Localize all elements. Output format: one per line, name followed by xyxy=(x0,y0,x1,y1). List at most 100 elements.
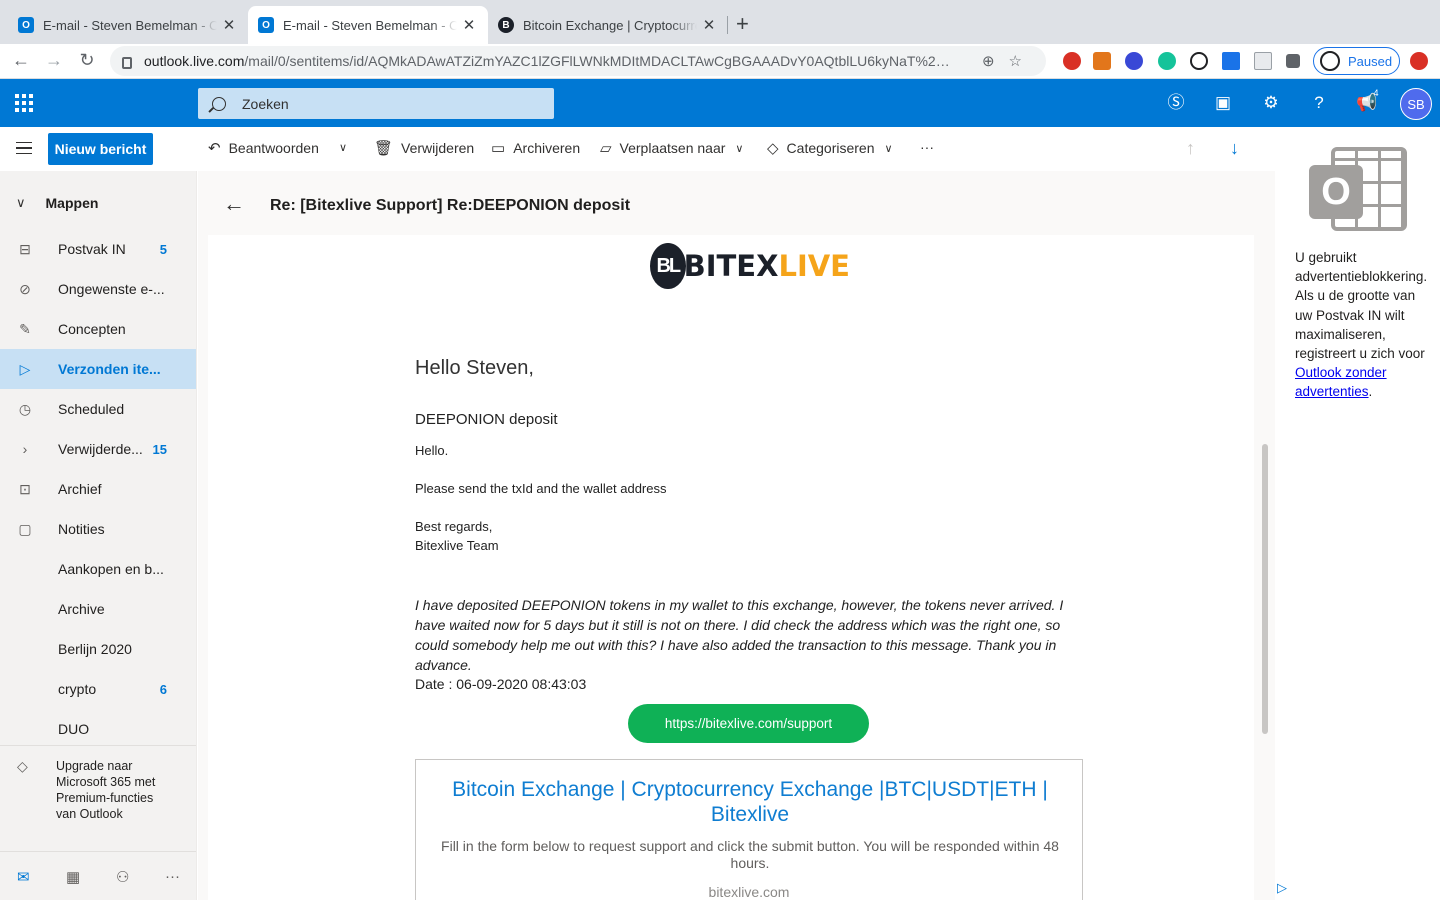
unread-count: 5 xyxy=(159,241,167,257)
extension-metamask-icon[interactable] xyxy=(1093,52,1111,70)
extension-script-icon[interactable] xyxy=(1190,52,1208,70)
folder-crypto[interactable]: crypto 6 xyxy=(0,669,196,709)
extension-translate-icon[interactable] xyxy=(1222,52,1240,70)
folder-label: Aankopen en b... xyxy=(58,561,164,577)
calendar-check-icon[interactable]: ▣ xyxy=(1212,92,1234,114)
folder-purchases[interactable]: Aankopen en b... xyxy=(0,549,196,589)
categorize-button[interactable]: ◇ Categoriseren ∨ xyxy=(767,139,893,157)
close-tab-icon[interactable]: ✕ xyxy=(701,16,717,34)
clock-icon: ◷ xyxy=(18,400,32,417)
trash-icon: 🗑 xyxy=(374,140,394,157)
profile-paused-button[interactable]: Paused xyxy=(1313,47,1400,75)
app-launcher-icon[interactable] xyxy=(15,94,33,112)
send-icon: ▷ xyxy=(19,360,31,377)
close-tab-icon[interactable]: ✕ xyxy=(461,16,477,34)
extension-grammarly-icon[interactable] xyxy=(1158,52,1176,70)
folder-drafts[interactable]: ✎ Concepten xyxy=(0,309,196,349)
hamburger-menu-icon[interactable] xyxy=(16,142,32,154)
folder-inbox[interactable]: ⊟ Postvak IN 5 xyxy=(0,229,196,269)
more-apps-icon[interactable]: ··· xyxy=(165,868,180,885)
folder-junk[interactable]: ⊘ Ongewenste e-... xyxy=(0,269,196,309)
folder-archive-2[interactable]: Archive xyxy=(0,589,196,629)
folder-deleted[interactable]: › Verwijderde... 15 xyxy=(0,429,196,469)
upgrade-promo[interactable]: ◇ Upgrade naar Microsoft 365 met Premium… xyxy=(0,745,196,841)
url-bar[interactable]: outlook.live.com/mail/0/sentitems/id/AQM… xyxy=(110,46,1046,76)
previous-message-arrow-icon[interactable]: ↑ xyxy=(1186,138,1195,159)
body-line: Please send the txId and the wallet addr… xyxy=(415,481,667,496)
lock-icon xyxy=(122,57,132,69)
extension-page-icon[interactable] xyxy=(1254,52,1272,70)
search-input[interactable]: Zoeken xyxy=(198,88,554,119)
browser-tab-1[interactable]: O E-mail - Steven Bemelman - Outlook ✕ xyxy=(8,6,248,44)
url-text: outlook.live.com/mail/0/sentitems/id/AQM… xyxy=(144,53,980,69)
help-icon[interactable]: ? xyxy=(1308,92,1330,114)
folder-berlijn-2020[interactable]: Berlijn 2020 xyxy=(0,629,196,669)
reply-button[interactable]: ↶ Beantwoorden xyxy=(208,139,319,157)
folder-notes[interactable]: ▢ Notities xyxy=(0,509,196,549)
module-switcher: ✉ ▦ ⚇ ··· xyxy=(0,851,196,900)
browser-tab-3[interactable]: B Bitcoin Exchange | Cryptocurrency Exch… xyxy=(488,6,728,44)
browser-tab-2-active[interactable]: O E-mail - Steven Bemelman - Outlook ✕ xyxy=(248,6,488,44)
close-tab-icon[interactable]: ✕ xyxy=(221,16,237,34)
mail-icon[interactable]: ✉ xyxy=(17,868,30,886)
adchoices-icon[interactable]: ▷ xyxy=(1277,880,1287,896)
archive-button[interactable]: ▭ Archiveren xyxy=(491,139,580,157)
forward-icon[interactable]: → xyxy=(43,50,65,71)
folder-duo[interactable]: DUO xyxy=(0,709,196,749)
folder-label: Scheduled xyxy=(58,401,125,417)
next-message-arrow-icon[interactable]: ↓ xyxy=(1230,138,1239,159)
chevron-right-icon[interactable]: › xyxy=(17,441,33,457)
support-link-button[interactable]: https://bitexlive.com/support xyxy=(628,704,869,743)
settings-gear-icon[interactable]: ⚙ xyxy=(1260,92,1282,114)
calendar-icon[interactable]: ▦ xyxy=(66,868,80,886)
note-icon: ▢ xyxy=(18,520,32,537)
message-body: BL BITEXLIVE Hello Steven, DEEPONION dep… xyxy=(208,235,1254,900)
body-line: Hello. xyxy=(415,443,449,458)
new-message-button[interactable]: Nieuw bericht xyxy=(48,133,153,165)
more-actions-button[interactable]: ··· xyxy=(920,139,934,155)
reload-icon[interactable]: ↻ xyxy=(76,50,98,71)
link-preview-card[interactable]: Bitcoin Exchange | Cryptocurrency Exchan… xyxy=(415,759,1083,900)
notification-badge: 4 xyxy=(1373,88,1379,98)
inbox-icon: ⊟ xyxy=(19,240,31,257)
adblock-notice: U gebruikt advertentieblokkering. Als u … xyxy=(1295,250,1428,400)
bitexlive-favicon-icon: B xyxy=(498,17,514,33)
extension-adblock-icon[interactable] xyxy=(1063,52,1081,70)
folder-archive[interactable]: ⊡ Archief xyxy=(0,469,196,509)
extension-blue-icon[interactable] xyxy=(1125,52,1143,70)
back-arrow-icon[interactable]: ← xyxy=(223,191,245,217)
folder-label: Archief xyxy=(58,481,102,497)
update-icon[interactable] xyxy=(1410,52,1428,70)
folder-label: Verwijderde... xyxy=(58,441,143,457)
people-icon[interactable]: ⚇ xyxy=(116,868,129,886)
folder-label: Berlijn 2020 xyxy=(58,641,132,657)
bookmark-star-icon[interactable]: ☆ xyxy=(1009,53,1036,70)
install-icon[interactable]: ⊕ xyxy=(982,53,1009,70)
message-heading: DEEPONION deposit xyxy=(415,411,558,428)
search-icon xyxy=(212,96,226,111)
folders-header[interactable]: ∨ Mappen xyxy=(0,183,197,223)
diamond-icon: ◇ xyxy=(17,758,28,774)
folder-label: crypto xyxy=(58,681,97,697)
scrollbar-thumb[interactable] xyxy=(1262,444,1268,734)
folder-scheduled[interactable]: ◷ Scheduled xyxy=(0,389,196,429)
reply-dropdown-chevron-icon[interactable]: ∨ xyxy=(339,141,347,154)
preview-title[interactable]: Bitcoin Exchange | Cryptocurrency Exchan… xyxy=(436,777,1064,827)
extensions-puzzle-icon[interactable] xyxy=(1286,54,1300,68)
skype-icon[interactable]: Ⓢ xyxy=(1165,92,1187,114)
bitexlive-logo: BL BITEXLIVE xyxy=(650,240,850,292)
junk-icon: ⊘ xyxy=(19,280,31,297)
new-tab-icon[interactable]: + xyxy=(736,13,749,35)
search-placeholder: Zoeken xyxy=(242,95,289,112)
outlook-logo-icon: O xyxy=(1309,147,1407,233)
tab-title: Bitcoin Exchange | Cryptocurrency Exchan… xyxy=(523,17,697,33)
chevron-down-icon: ∨ xyxy=(16,195,26,210)
folder-sent-items[interactable]: ▷ Verzonden ite... xyxy=(0,349,196,389)
chevron-down-icon: ∨ xyxy=(884,142,893,155)
categorize-label: Categoriseren xyxy=(786,140,875,156)
delete-button[interactable]: 🗑 Verwijderen xyxy=(374,139,474,157)
back-icon[interactable]: ← xyxy=(10,50,32,71)
move-to-button[interactable]: ▱ Verplaatsen naar ∨ xyxy=(600,139,743,157)
user-avatar[interactable]: SB xyxy=(1400,88,1432,120)
ad-free-link[interactable]: Outlook zonder advertenties xyxy=(1295,365,1387,399)
